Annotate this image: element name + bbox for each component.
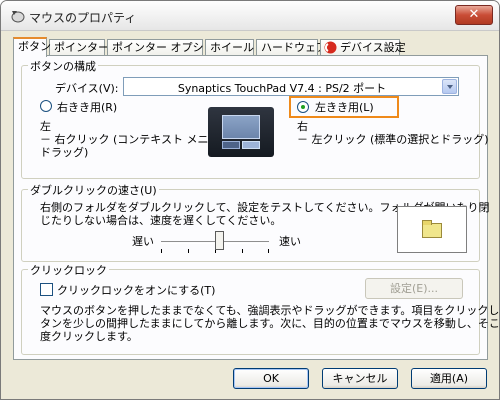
test-folder-area[interactable] bbox=[397, 206, 467, 253]
slider-tick bbox=[188, 249, 189, 253]
right-button-mapping-line1: － 左クリック (標準の選択とドラッグ) bbox=[297, 133, 489, 146]
tab-wheel[interactable]: ホイール bbox=[205, 39, 254, 56]
slider-thumb[interactable] bbox=[215, 231, 225, 250]
device-label: デバイス(V): bbox=[55, 82, 119, 95]
right-handed-label[interactable]: 右きき用(R) bbox=[57, 99, 117, 115]
ok-button[interactable]: OK bbox=[233, 368, 309, 389]
synaptics-icon bbox=[324, 41, 337, 54]
left-handed-label[interactable]: 左きき用(L) bbox=[315, 99, 374, 115]
touchpad-image bbox=[208, 107, 274, 157]
close-button[interactable]: ✕ bbox=[455, 5, 493, 25]
left-button-mapping-line2: ドラッグ) bbox=[40, 146, 89, 159]
slider-tick bbox=[268, 249, 269, 253]
fast-label: 速い bbox=[279, 235, 301, 248]
tab-pointer[interactable]: ポインター bbox=[49, 39, 109, 56]
title-bar[interactable]: マウスのプロパティ ✕ bbox=[1, 1, 499, 31]
double-click-speed-legend: ダブルクリックの速さ(U) bbox=[28, 182, 159, 198]
slow-label: 遅い bbox=[132, 235, 154, 248]
tab-device-settings[interactable]: デバイス設定 bbox=[320, 39, 406, 56]
click-lock-settings-button[interactable]: 設定(E)... bbox=[365, 278, 463, 299]
touchpad-right-button bbox=[242, 141, 260, 149]
click-lock-description-line3: 度クリックします。 bbox=[40, 330, 138, 343]
device-select[interactable]: Synaptics TouchPad V7.4 : PS/2 ポート bbox=[123, 77, 459, 96]
cancel-button[interactable]: キャンセル bbox=[322, 368, 398, 389]
mouse-properties-window: マウスのプロパティ ✕ ボタン ポインター ポインター オプション ホイール ハ… bbox=[0, 0, 500, 400]
apply-button[interactable]: 適用(A) bbox=[411, 368, 487, 389]
folder-icon[interactable] bbox=[422, 220, 442, 238]
mouse-icon bbox=[11, 11, 25, 23]
chevron-down-icon[interactable] bbox=[442, 79, 457, 94]
slider-tick bbox=[242, 249, 243, 253]
double-click-description-line2: じたりしない場合は、速度を遅くしてください。 bbox=[40, 214, 282, 227]
click-lock-checkbox-label[interactable]: クリックロックをオンにする(T) bbox=[57, 282, 215, 298]
tab-device-settings-label: デバイス設定 bbox=[340, 41, 406, 54]
click-lock-checkbox[interactable] bbox=[40, 283, 53, 296]
device-select-value: Synaptics TouchPad V7.4 : PS/2 ポート bbox=[177, 82, 387, 95]
window-title: マウスのプロパティ bbox=[29, 11, 137, 25]
tab-hardware[interactable]: ハードウェア bbox=[256, 39, 327, 56]
button-config-legend: ボタンの構成 bbox=[28, 58, 98, 74]
slider-tick bbox=[161, 249, 162, 253]
right-handed-radio[interactable] bbox=[40, 100, 52, 112]
tab-pointer-options[interactable]: ポインター オプション bbox=[107, 39, 226, 56]
touchpad-surface bbox=[222, 115, 260, 139]
click-lock-legend: クリックロック bbox=[28, 262, 109, 278]
touchpad-left-button bbox=[222, 141, 240, 149]
tab-buttons[interactable]: ボタン bbox=[13, 37, 51, 57]
left-handed-radio[interactable] bbox=[297, 101, 309, 113]
